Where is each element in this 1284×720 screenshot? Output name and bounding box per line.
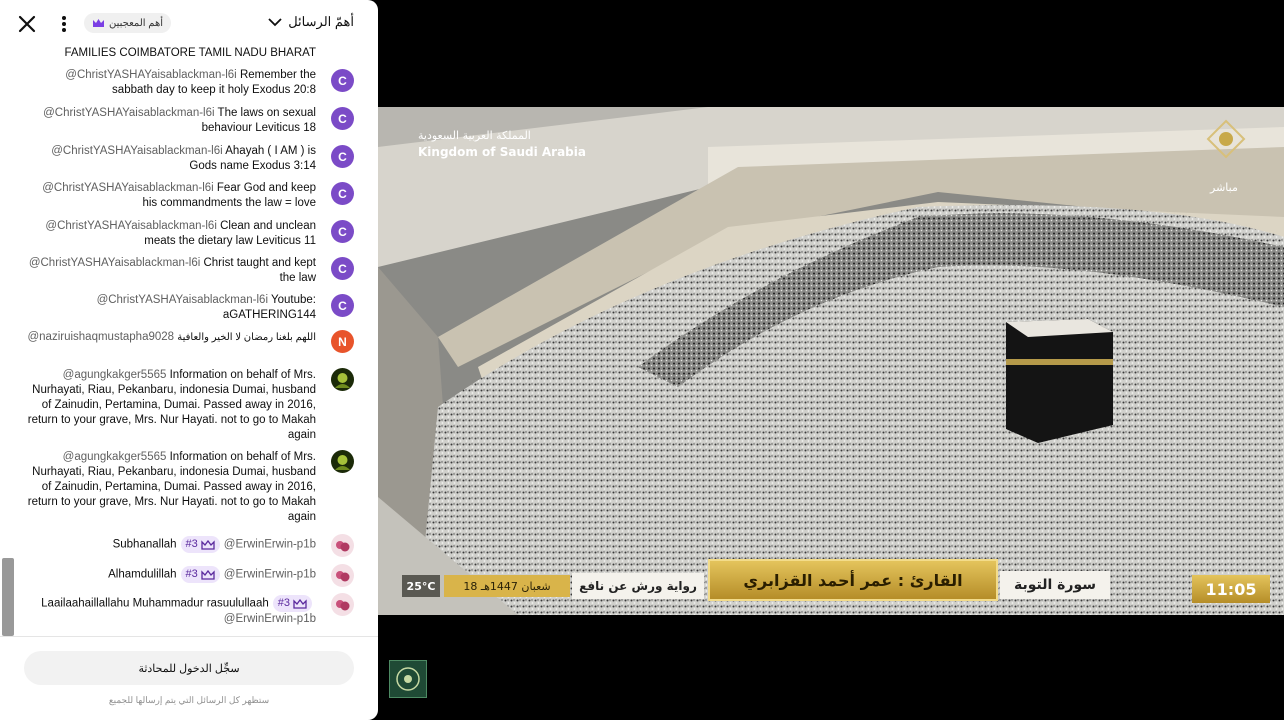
avatar-image-icon: [331, 564, 354, 587]
member-badge: #3: [180, 566, 220, 583]
author-name[interactable]: @ChristYASHAYaisablackman-l6i: [29, 257, 200, 269]
message-body: @ChristYASHAYaisablackman-l6i Fear God a…: [26, 181, 316, 211]
avatar[interactable]: [331, 368, 354, 391]
author-name[interactable]: @agungkakger5565: [63, 451, 167, 463]
member-badge: #3: [272, 595, 312, 612]
riwaya-box: رواية ورش عن نافع: [572, 573, 704, 599]
avatar[interactable]: C: [331, 145, 354, 168]
top-fans-chip[interactable]: أهم المعجبين: [84, 13, 172, 33]
chat-footer: سجِّل الدخول للمحادثة ستظهر كل الرسائل ا…: [0, 636, 378, 720]
message-text: The laws on sexual behaviour Leviticus 1…: [201, 107, 316, 134]
message-body: @ChristYASHAYaisablackman-l6i Ahayah ( I…: [26, 144, 316, 174]
hijri-date: 18 شعبان 1447هـ: [463, 579, 551, 593]
author-name[interactable]: @ErwinErwin-p1b: [224, 569, 316, 581]
message-text: Laailaahaillallahu Muhammadur rasuululla…: [41, 597, 269, 610]
top-fans-label: أهم المعجبين: [109, 17, 164, 29]
message-body: Subhanallah #3 @ErwinErwin-p1b: [26, 536, 316, 553]
message-text: Alhamdulillah: [108, 568, 177, 581]
avatar[interactable]: C: [331, 220, 354, 243]
author-name[interactable]: @ChristYASHAYaisablackman-l6i: [45, 220, 216, 232]
temperature: 25°C: [406, 579, 436, 593]
sign-in-to-chat-button[interactable]: سجِّل الدخول للمحادثة: [24, 651, 354, 685]
message-text: Christ taught and kept the law: [203, 257, 316, 284]
scrollbar-thumb[interactable]: [2, 558, 14, 636]
message-text: اللهم بلغنا رمضان لا الخير والعافية: [177, 332, 316, 343]
chevron-down-icon: [268, 17, 282, 26]
message-body: @ChristYASHAYaisablackman-l6i Youtube: a…: [26, 293, 316, 323]
author-name[interactable]: @ChristYASHAYaisablackman-l6i: [43, 107, 214, 119]
message-body: @agungkakger5565 Information on behalf o…: [26, 368, 316, 443]
message-body: @ChristYASHAYaisablackman-l6i The laws o…: [26, 106, 316, 136]
avatar[interactable]: C: [331, 257, 354, 280]
avatar-image-icon: [331, 368, 354, 391]
channel-watermark-icon[interactable]: [389, 660, 427, 698]
temperature-box: 25°C: [402, 575, 440, 597]
chat-mode-title: أهمّ الرسائل: [288, 14, 354, 29]
chat-mode-dropdown[interactable]: أهمّ الرسائل: [268, 14, 354, 30]
surah-name: سورة التوبة: [1013, 577, 1097, 593]
avatar[interactable]: [331, 534, 354, 557]
avatar[interactable]: N: [331, 330, 354, 353]
avatar-image-icon: [331, 534, 354, 557]
message-body: @ChristYASHAYaisablackman-l6i Remember t…: [26, 68, 316, 98]
crown-icon: [201, 569, 215, 580]
riwaya-text: رواية ورش عن نافع: [579, 579, 697, 593]
crown-icon: [293, 598, 307, 609]
message-body: @ChristYASHAYaisablackman-l6i Christ tau…: [26, 256, 316, 286]
surah-box: سورة التوبة: [1000, 571, 1110, 599]
clock-box: 11:05: [1192, 575, 1270, 603]
reciter-name: القارئ : عمر أحمد القزابري: [743, 570, 963, 590]
author-name[interactable]: @ChristYASHAYaisablackman-l6i: [42, 182, 213, 194]
message-body: @ChristYASHAYaisablackman-l6i Clean and …: [26, 219, 316, 249]
message-body: @naziruishaqmustapha9028 اللهم بلغنا رمض…: [26, 330, 316, 345]
avatar[interactable]: [331, 450, 354, 473]
message-body: Alhamdulillah #3 @ErwinErwin-p1b: [26, 566, 316, 583]
channel-logo-en: Kingdom of Saudi Arabia: [418, 145, 586, 159]
author-name[interactable]: @ChristYASHAYaisablackman-l6i: [97, 294, 268, 306]
chat-notice: ستظهر كل الرسائل التي يتم إرسالها للجميع: [108, 695, 270, 705]
author-name[interactable]: @agungkakger5565: [63, 369, 167, 381]
more-vert-icon[interactable]: [56, 12, 72, 36]
chat-message-list[interactable]: FAMILIES COIMBATORE TAMIL NADU BHARAT @C…: [0, 42, 378, 634]
message-text: FAMILIES COIMBATORE TAMIL NADU BHARAT: [64, 47, 316, 59]
ministry-emblem-icon: [1206, 119, 1246, 159]
message-text: Subhanallah: [112, 538, 177, 551]
masjid-al-haram-scene: [378, 107, 1284, 615]
date-box: 18 شعبان 1447هـ: [444, 575, 570, 597]
close-icon[interactable]: [14, 12, 40, 36]
channel-logo-ar: المملكة العربية السعودية: [418, 129, 531, 142]
author-name[interactable]: @ChristYASHAYaisablackman-l6i: [65, 69, 236, 81]
live-chat-panel: أهم المعجبين أهمّ الرسائل FAMILIES COIMB…: [0, 0, 378, 720]
reciter-box: القارئ : عمر أحمد القزابري: [708, 559, 998, 601]
author-name[interactable]: @naziruishaqmustapha9028: [27, 331, 174, 343]
avatar[interactable]: C: [331, 69, 354, 92]
avatar[interactable]: [331, 593, 354, 616]
video-player[interactable]: المملكة العربية السعودية Kingdom of Saud…: [378, 107, 1284, 615]
author-name[interactable]: @ErwinErwin-p1b: [224, 539, 316, 551]
message-body: Laailaahaillallahu Muhammadur rasuululla…: [26, 595, 316, 627]
author-name[interactable]: @ChristYASHAYaisablackman-l6i: [51, 145, 222, 157]
live-label: مباشر: [1210, 181, 1238, 194]
avatar-image-icon: [331, 450, 354, 473]
avatar[interactable]: C: [331, 182, 354, 205]
member-badge: #3: [180, 536, 220, 553]
message-body: @agungkakger5565 Information on behalf o…: [26, 450, 316, 525]
avatar[interactable]: [331, 564, 354, 587]
crown-icon: [201, 539, 215, 550]
avatar-image-icon: [331, 593, 354, 616]
author-name[interactable]: @ErwinErwin-p1b: [224, 613, 316, 625]
bottom-ticker: 25°C 18 شعبان 1447هـ رواية ورش عن نافع ا…: [402, 559, 1284, 607]
crown-icon: [93, 19, 104, 27]
chat-header: أهم المعجبين أهمّ الرسائل: [0, 0, 378, 46]
avatar[interactable]: C: [331, 294, 354, 317]
clock-time: 11:05: [1205, 579, 1257, 599]
avatar[interactable]: C: [331, 107, 354, 130]
